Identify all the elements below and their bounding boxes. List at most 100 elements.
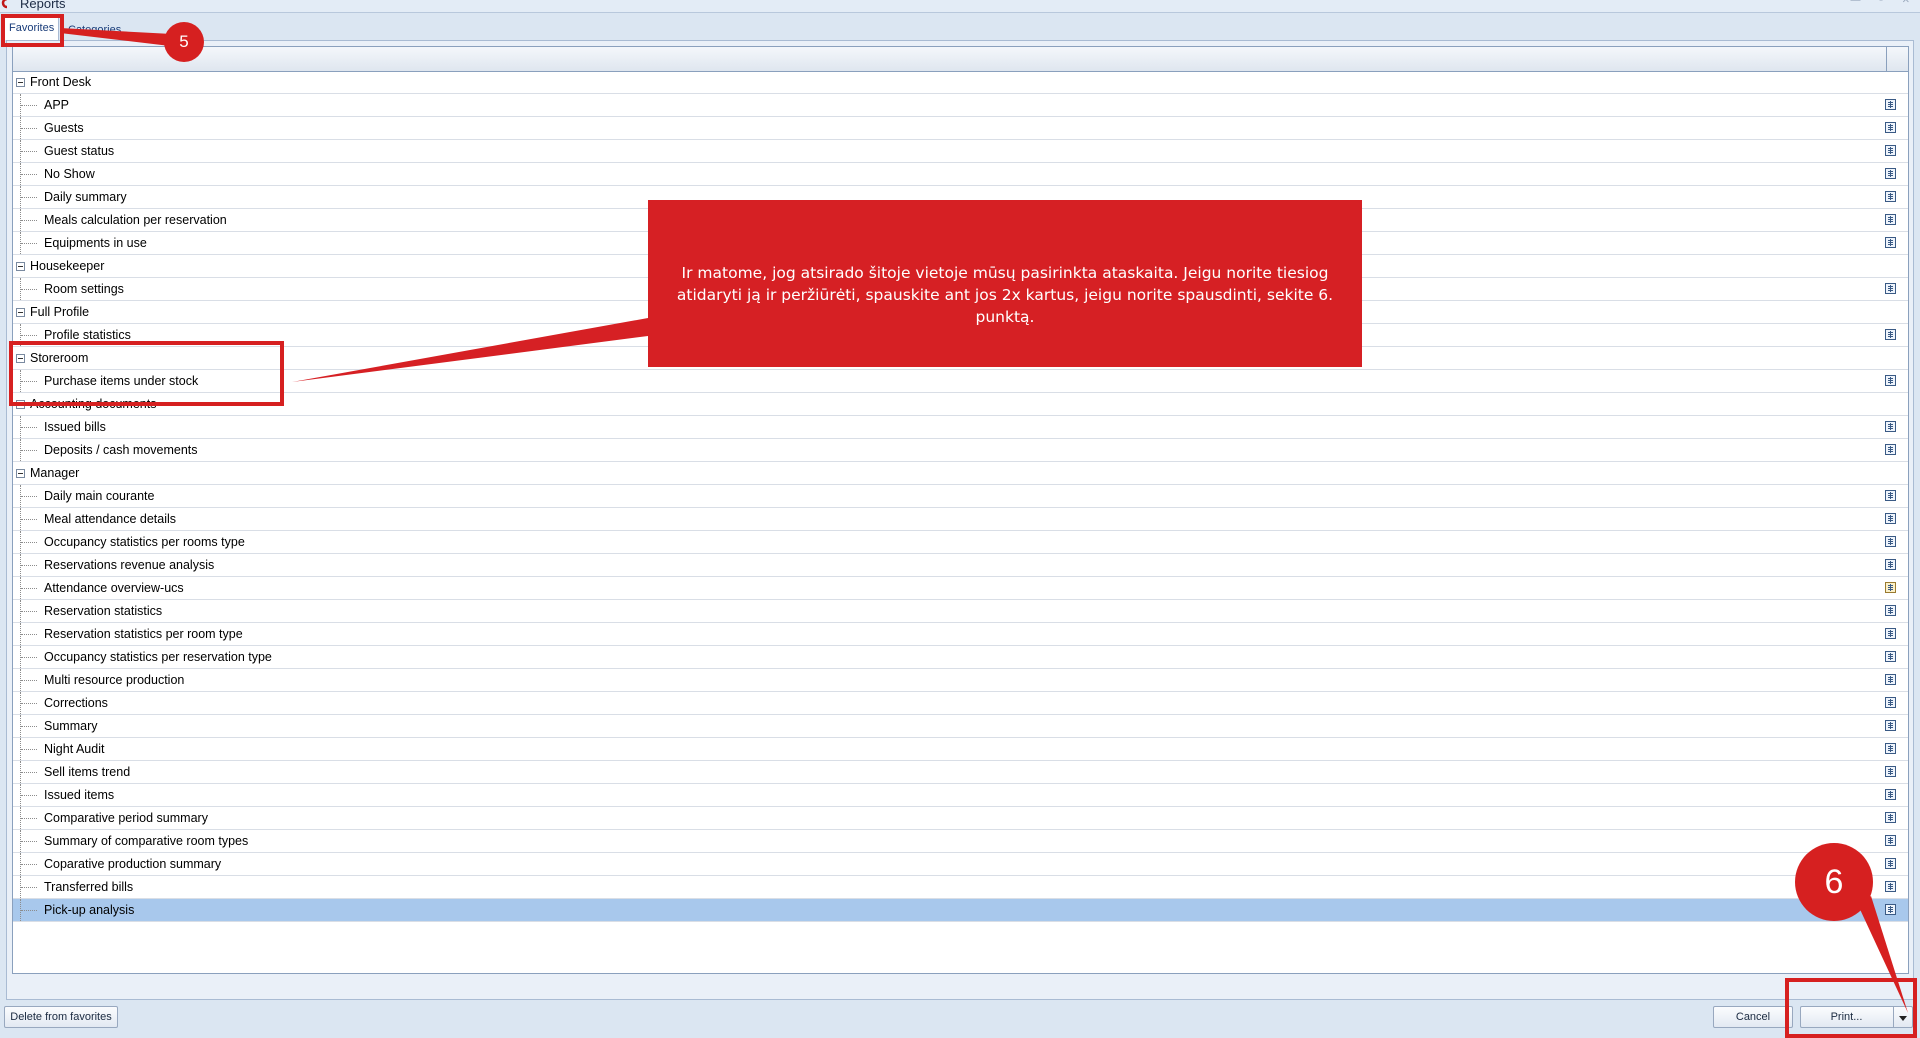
report-icon[interactable] (1885, 490, 1896, 501)
tree-row-label: Deposits / cash movements (44, 443, 198, 457)
report-icon[interactable] (1885, 191, 1896, 202)
tree-branch (21, 197, 37, 198)
tree-branch (21, 887, 37, 888)
tree-branch (21, 634, 37, 635)
tree-branch (21, 128, 37, 129)
report-icon[interactable] (1885, 674, 1896, 685)
highlight-storeroom-item (9, 341, 284, 406)
report-icon[interactable] (1885, 237, 1896, 248)
tree-branch (21, 542, 37, 543)
tree-row-label: Manager (30, 466, 80, 480)
tree-row-label: Reservation statistics per room type (44, 627, 243, 641)
report-icon[interactable] (1885, 697, 1896, 708)
tree-item-row[interactable]: APP (13, 94, 1908, 117)
report-icon[interactable] (1885, 720, 1896, 731)
tree-row-label: Occupancy statistics per reservation typ… (44, 650, 272, 664)
tree-item-row[interactable]: Comparative period summary (13, 807, 1908, 830)
tree-item-row[interactable]: No Show (13, 163, 1908, 186)
tree-item-row[interactable]: Pick-up analysis (13, 899, 1908, 922)
report-icon[interactable] (1885, 743, 1896, 754)
report-icon[interactable] (1885, 168, 1896, 179)
tree-branch (21, 864, 37, 865)
tree-item-row[interactable]: Attendance overview-ucs (13, 577, 1908, 600)
tree-item-row[interactable]: Occupancy statistics per reservation typ… (13, 646, 1908, 669)
tree-item-row[interactable]: Corrections (13, 692, 1908, 715)
delete-from-favorites-button[interactable]: Delete from favorites (4, 1006, 118, 1028)
report-icon[interactable] (1885, 651, 1896, 662)
tree-item-row[interactable]: Purchase items under stock (13, 370, 1908, 393)
tree-item-row[interactable]: Sell items trend (13, 761, 1908, 784)
report-icon[interactable] (1885, 536, 1896, 547)
cancel-button[interactable]: Cancel (1713, 1006, 1793, 1028)
report-icon[interactable] (1885, 421, 1896, 432)
highlight-favorites-tab (1, 14, 64, 47)
report-icon[interactable] (1885, 582, 1896, 593)
collapse-icon[interactable] (16, 262, 25, 271)
tree-row-label: Attendance overview-ucs (44, 581, 184, 595)
tree-branch (21, 910, 37, 911)
tree-branch (21, 496, 37, 497)
report-icon[interactable] (1885, 881, 1896, 892)
tree-item-row[interactable]: Reservation statistics per room type (13, 623, 1908, 646)
report-icon[interactable] (1885, 904, 1896, 915)
tree-row-label: Issued bills (44, 420, 106, 434)
report-icon[interactable] (1885, 812, 1896, 823)
tree-group-row[interactable]: Accounting documents (13, 393, 1908, 416)
collapse-icon[interactable] (16, 78, 25, 87)
tree-item-row[interactable]: Coparative production summary (13, 853, 1908, 876)
tree-group-row[interactable]: Front Desk (13, 71, 1908, 94)
tree-item-row[interactable]: Deposits / cash movements (13, 439, 1908, 462)
tree-row-label: Guest status (44, 144, 115, 158)
tree-group-row[interactable]: Manager (13, 462, 1908, 485)
report-icon[interactable] (1885, 214, 1896, 225)
tree-item-row[interactable]: Occupancy statistics per rooms type (13, 531, 1908, 554)
tree-row-label: Full Profile (30, 305, 90, 319)
tree-item-row[interactable]: Summary (13, 715, 1908, 738)
report-icon[interactable] (1885, 858, 1896, 869)
tree-row-label: Reservation statistics (44, 604, 163, 618)
tree-item-row[interactable]: Issued bills (13, 416, 1908, 439)
report-icon[interactable] (1885, 283, 1896, 294)
tree-branch (21, 588, 37, 589)
tree-branch (21, 565, 37, 566)
tree-item-row[interactable]: Reservations revenue analysis (13, 554, 1908, 577)
tree-item-row[interactable]: Night Audit (13, 738, 1908, 761)
report-icon[interactable] (1885, 605, 1896, 616)
report-icon[interactable] (1885, 766, 1896, 777)
tree-item-row[interactable]: Meal attendance details (13, 508, 1908, 531)
tree-branch (21, 220, 37, 221)
tree-item-row[interactable]: Daily main courante (13, 485, 1908, 508)
report-icon[interactable] (1885, 99, 1896, 110)
tree-item-row[interactable]: Transferred bills (13, 876, 1908, 899)
report-icon[interactable] (1885, 835, 1896, 846)
collapse-icon[interactable] (16, 308, 25, 317)
report-icon[interactable] (1885, 628, 1896, 639)
window-controls[interactable]: — ▫ ✕ (1851, 0, 1918, 6)
report-icon[interactable] (1885, 789, 1896, 800)
report-icon[interactable] (1885, 329, 1896, 340)
tree-branch (21, 841, 37, 842)
report-icon[interactable] (1885, 375, 1896, 386)
report-icon[interactable] (1885, 444, 1896, 455)
tree-row-label: Daily summary (44, 190, 127, 204)
grid-header (13, 47, 1908, 72)
tree-branch (21, 243, 37, 244)
report-icon[interactable] (1885, 122, 1896, 133)
tree-item-row[interactable]: Summary of comparative room types (13, 830, 1908, 853)
tree-item-row[interactable]: Guest status (13, 140, 1908, 163)
tab-categories[interactable]: Categories (66, 20, 121, 40)
tree-item-row[interactable]: Issued items (13, 784, 1908, 807)
tree-branch (21, 105, 37, 106)
highlight-print-button (1785, 978, 1917, 1038)
report-icon[interactable] (1885, 145, 1896, 156)
window-title: Reports (20, 0, 66, 11)
tree-item-row[interactable]: Multi resource production (13, 669, 1908, 692)
reports-tree-grid[interactable]: Front Desk APP Guests Guest status No Show Da… (12, 46, 1909, 974)
report-icon[interactable] (1885, 559, 1896, 570)
collapse-icon[interactable] (16, 469, 25, 478)
tree-item-row[interactable]: Guests (13, 117, 1908, 140)
title-bar: Reports — ▫ ✕ (0, 0, 1920, 13)
tree-item-row[interactable]: Reservation statistics (13, 600, 1908, 623)
tree-branch (21, 450, 37, 451)
report-icon[interactable] (1885, 513, 1896, 524)
